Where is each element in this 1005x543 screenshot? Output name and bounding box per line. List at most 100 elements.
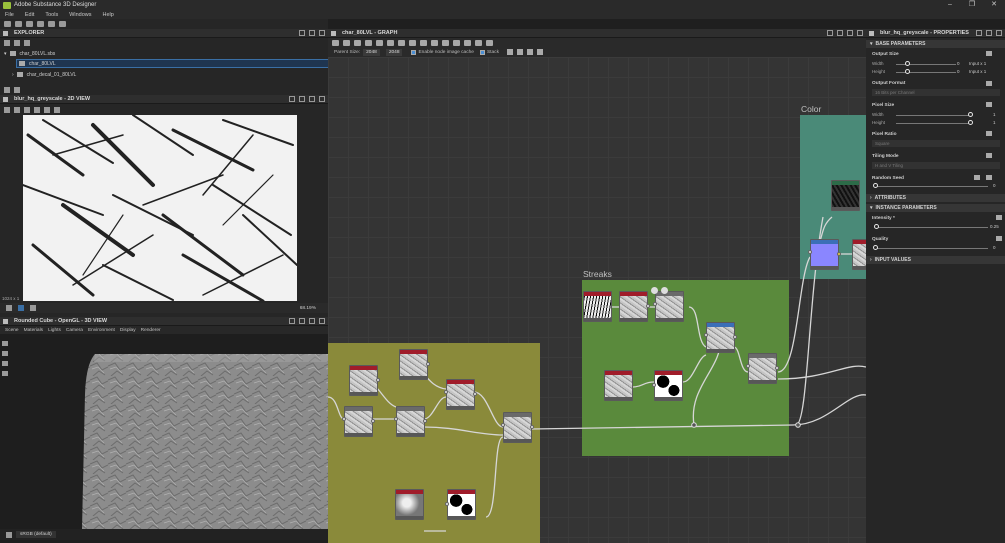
- random-seed-value[interactable]: 0: [993, 183, 996, 188]
- graph-node[interactable]: [746, 353, 779, 384]
- stack-checkbox[interactable]: [479, 49, 485, 55]
- node-badge-icon[interactable]: [661, 287, 668, 294]
- intensity-knob[interactable]: [874, 224, 879, 229]
- redo-icon[interactable]: [59, 21, 66, 27]
- save-image-icon[interactable]: [24, 106, 30, 113]
- copy-image-icon[interactable]: [34, 106, 40, 113]
- float-icon[interactable]: [299, 30, 305, 36]
- graph-node[interactable]: [704, 322, 737, 353]
- pixel-width-value[interactable]: 1: [993, 112, 996, 117]
- open-icon[interactable]: [26, 21, 33, 27]
- distribute-icon[interactable]: [536, 49, 543, 55]
- maximize-panel-icon[interactable]: [309, 318, 315, 324]
- maximize-panel-icon[interactable]: [986, 30, 992, 36]
- section-input-values[interactable]: › INPUT VALUES: [866, 256, 1005, 264]
- random-seed-knob[interactable]: [873, 183, 878, 188]
- menu-display[interactable]: Display: [120, 328, 136, 333]
- menu-edit[interactable]: Edit: [25, 12, 34, 18]
- menu-materials[interactable]: Materials: [24, 328, 43, 333]
- comment-icon[interactable]: [409, 39, 416, 46]
- intensity-value[interactable]: 0.25: [990, 224, 999, 229]
- search-icon[interactable]: [376, 39, 383, 46]
- new-package-icon[interactable]: [4, 39, 10, 46]
- graph-node[interactable]: [501, 412, 534, 443]
- graph-node[interactable]: [394, 406, 427, 437]
- graph-node[interactable]: [852, 239, 866, 270]
- share-icon[interactable]: [398, 39, 405, 46]
- menu-lights[interactable]: Lights: [48, 328, 61, 333]
- open-package-icon[interactable]: [14, 39, 20, 46]
- new-graph-icon[interactable]: [15, 21, 22, 27]
- graph-node[interactable]: [342, 406, 375, 437]
- menu-help[interactable]: Help: [103, 12, 114, 18]
- tiling-mode-dropdown[interactable]: H and V Tiling: [872, 162, 1000, 169]
- texture-preview[interactable]: [23, 115, 297, 301]
- section-base-parameters[interactable]: ▾ BASE PARAMETERS: [866, 40, 1005, 48]
- fit-icon[interactable]: [30, 305, 36, 311]
- pin-icon[interactable]: [976, 30, 982, 36]
- menu-file[interactable]: File: [5, 12, 14, 18]
- link-icon[interactable]: [986, 131, 992, 136]
- pixel-height-value[interactable]: 1: [993, 120, 996, 125]
- new-file-icon[interactable]: [4, 21, 11, 27]
- link-icon[interactable]: [996, 215, 1002, 220]
- link-icon[interactable]: [996, 236, 1002, 241]
- pixel-ratio-dropdown[interactable]: Square: [872, 140, 1000, 147]
- graph-node[interactable]: [604, 370, 633, 401]
- pixel-height-knob[interactable]: [968, 120, 973, 125]
- tree-item-char-decal[interactable]: › char_decal_01_80LVL: [0, 70, 328, 79]
- close-panel-icon[interactable]: [319, 30, 325, 36]
- graph-node[interactable]: [808, 239, 841, 270]
- link-icon[interactable]: [986, 153, 992, 158]
- intensity-slider[interactable]: [876, 227, 988, 228]
- layout-icon[interactable]: [431, 39, 438, 46]
- view-options-icon[interactable]: [4, 106, 10, 113]
- output-width-mode[interactable]: Input x 1: [969, 61, 986, 66]
- quality-value[interactable]: 0: [993, 245, 996, 250]
- close-panel-icon[interactable]: [857, 30, 863, 36]
- graph-node[interactable]: [652, 370, 683, 401]
- filter-icon[interactable]: [24, 39, 30, 46]
- graph-node[interactable]: [395, 489, 424, 520]
- menu-tools[interactable]: Tools: [45, 12, 58, 18]
- snap-icon[interactable]: [453, 39, 460, 46]
- pixel-width-knob[interactable]: [968, 112, 973, 117]
- maximize-panel-icon[interactable]: [847, 30, 853, 36]
- section-instance-parameters[interactable]: ▾ INSTANCE PARAMETERS: [866, 204, 1005, 212]
- menu-camera[interactable]: Camera: [66, 328, 83, 333]
- random-seed-slider[interactable]: [876, 186, 988, 187]
- pen-icon[interactable]: [365, 39, 372, 46]
- link-icon[interactable]: [986, 102, 992, 107]
- tree-item-char-80lvl[interactable]: char_80LVL: [16, 59, 329, 68]
- node-icon[interactable]: [387, 39, 394, 46]
- histogram-icon[interactable]: [54, 106, 60, 113]
- graph-node[interactable]: [349, 365, 380, 396]
- graph-node[interactable]: [444, 379, 477, 410]
- float-icon[interactable]: [299, 318, 305, 324]
- graph-node[interactable]: [831, 180, 860, 211]
- align-center-icon[interactable]: [516, 49, 523, 55]
- close-panel-icon[interactable]: [996, 30, 1002, 36]
- graph-node[interactable]: [399, 349, 430, 380]
- quality-knob[interactable]: [873, 245, 878, 250]
- node-badge-icon[interactable]: [651, 287, 658, 294]
- download-icon[interactable]: [475, 39, 482, 46]
- graph-node[interactable]: [445, 489, 476, 520]
- maximize-icon[interactable]: ❐: [961, 0, 983, 10]
- tile-icon[interactable]: [18, 305, 24, 311]
- save-icon[interactable]: [37, 21, 44, 27]
- quality-slider[interactable]: [876, 248, 988, 249]
- link-icon[interactable]: [420, 39, 427, 46]
- undo-icon[interactable]: [48, 21, 55, 27]
- link-icon[interactable]: [4, 86, 10, 93]
- section-attributes[interactable]: › ATTRIBUTES: [866, 194, 1005, 202]
- maximize-panel-icon[interactable]: [309, 96, 315, 102]
- tree-package[interactable]: ▾ char_80LVL.sbs: [0, 49, 328, 58]
- graph-node[interactable]: [619, 291, 650, 322]
- pixel-width-slider[interactable]: [896, 115, 971, 116]
- parent-size-dropdown[interactable]: 2048: [363, 48, 380, 56]
- float-icon[interactable]: [837, 30, 843, 36]
- menu-renderer[interactable]: Renderer: [141, 328, 161, 333]
- pin-icon[interactable]: [289, 96, 295, 102]
- align-icon[interactable]: [442, 39, 449, 46]
